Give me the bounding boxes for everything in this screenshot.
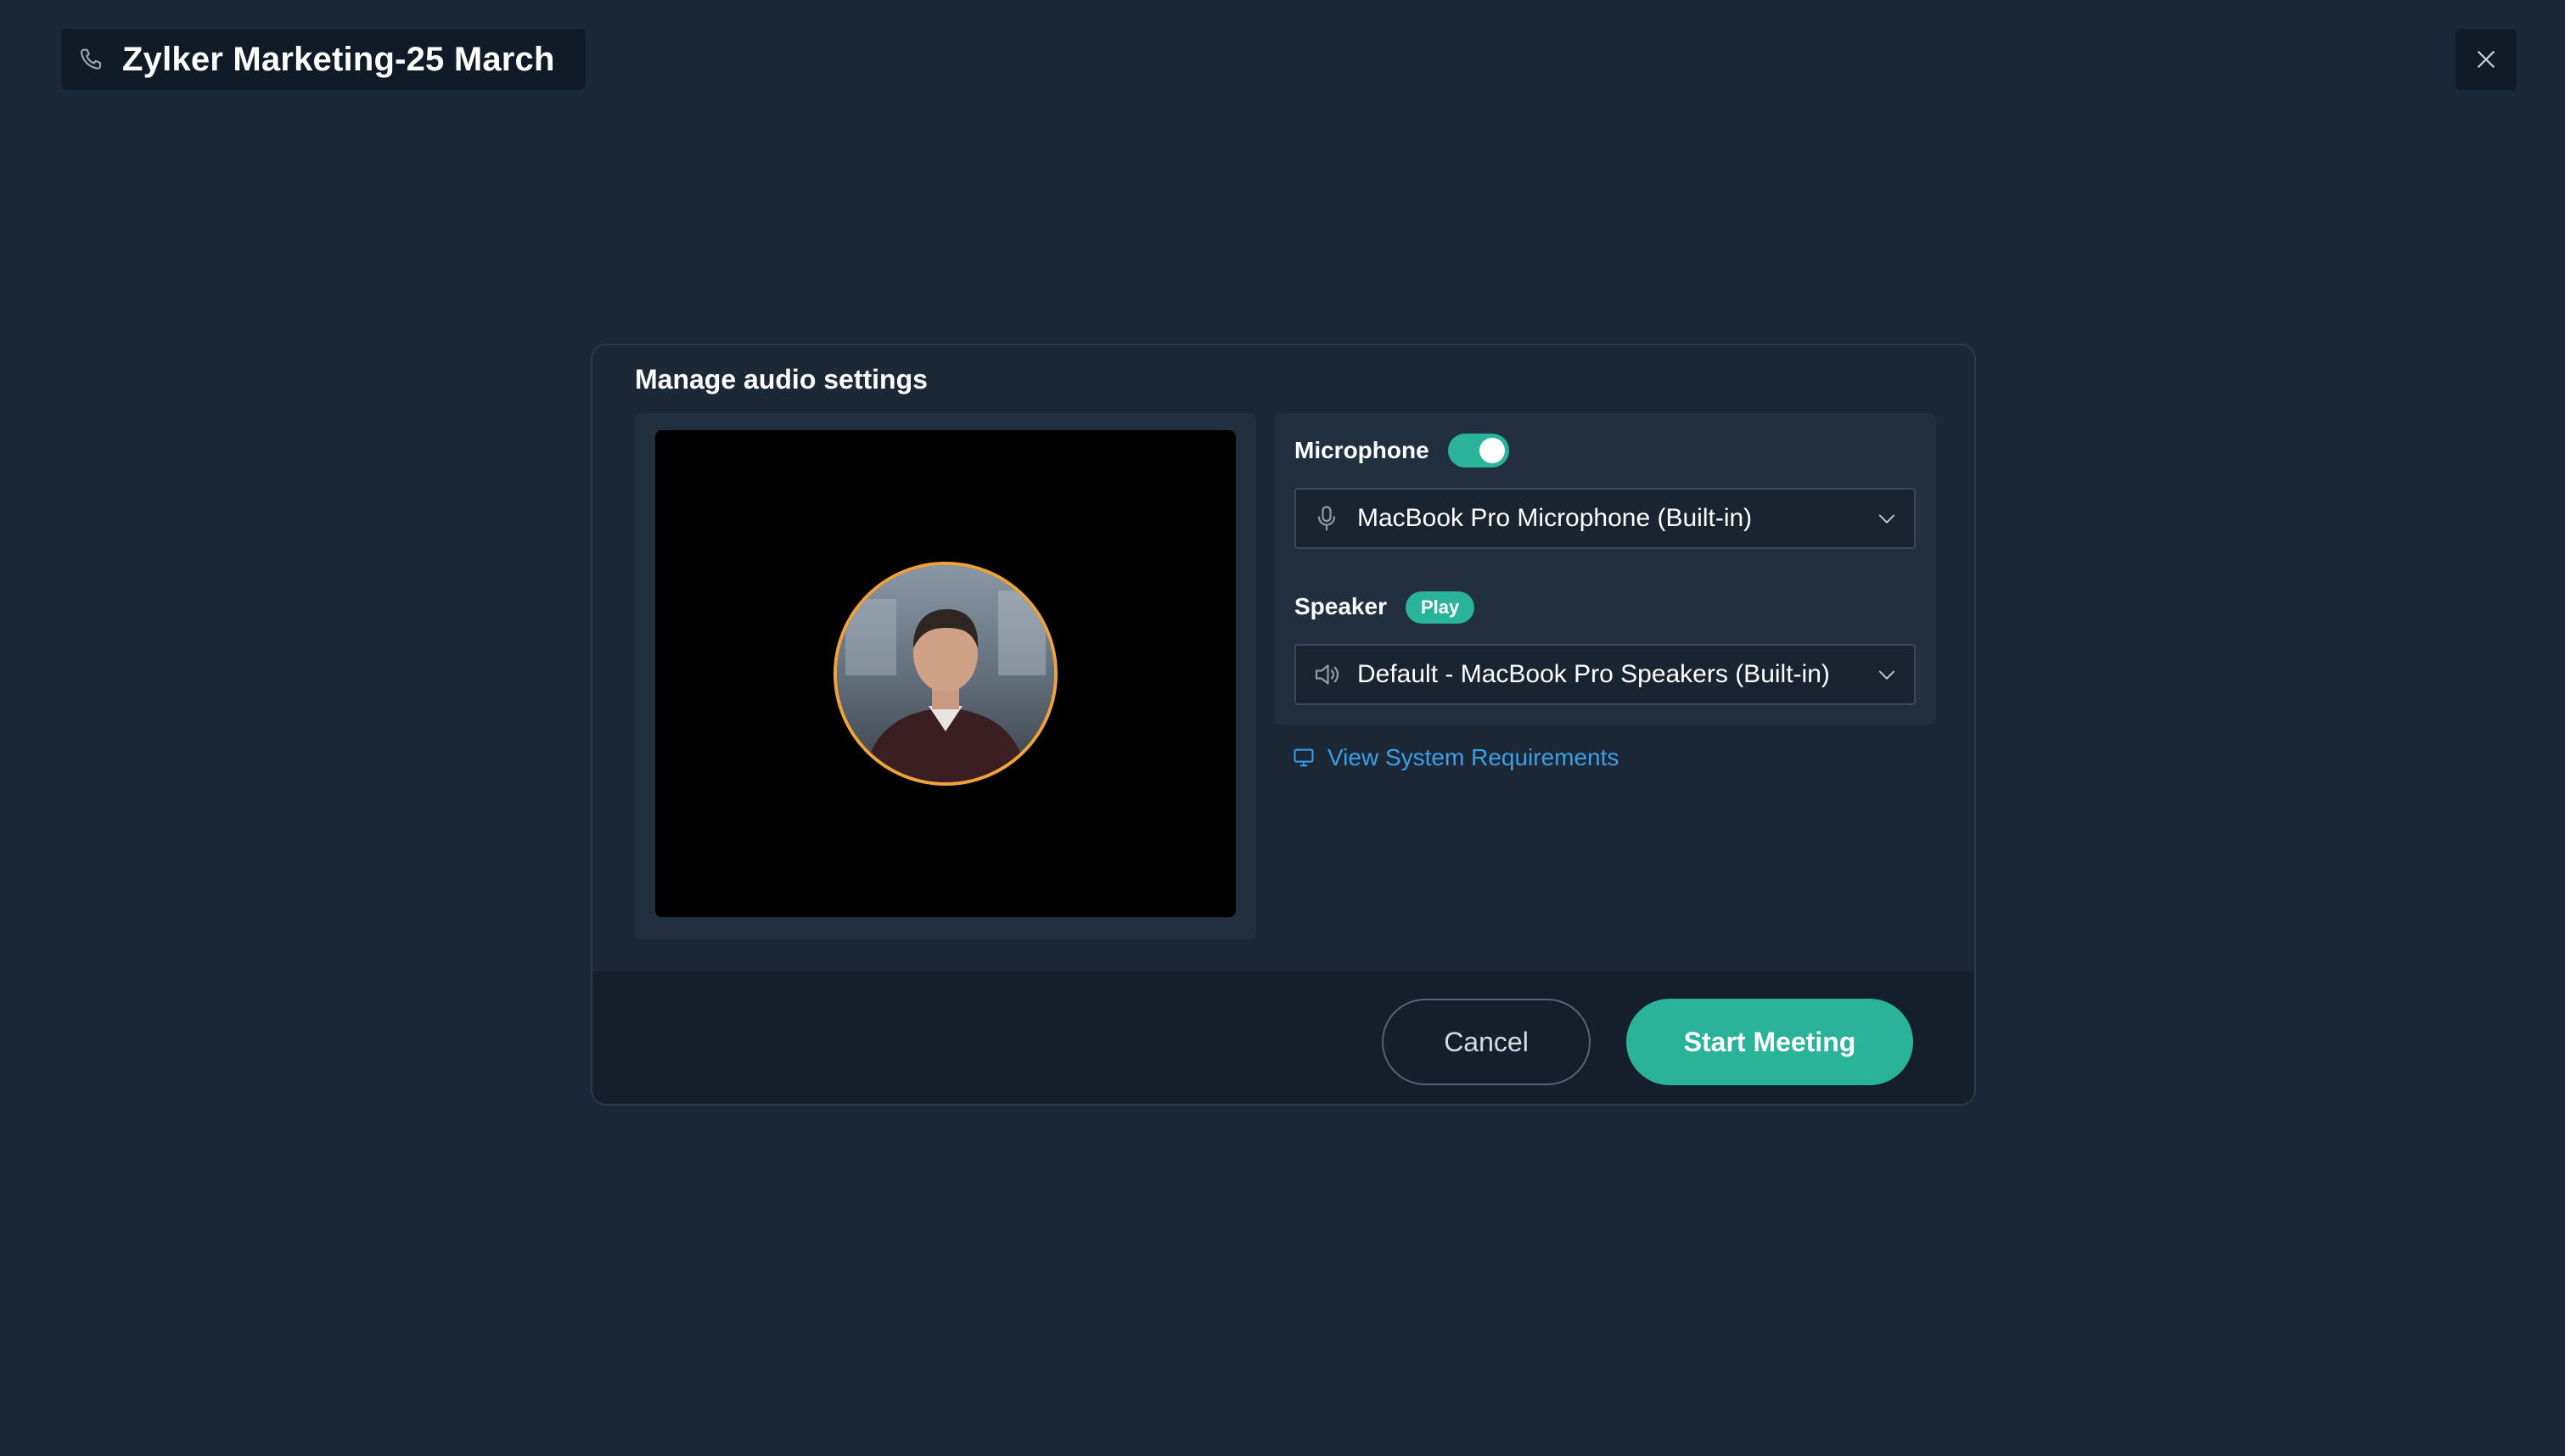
microphone-toggle[interactable] [1448, 434, 1509, 468]
view-system-requirements-link[interactable]: View System Requirements [1292, 744, 1619, 771]
meeting-title: Zylker Marketing-25 March [122, 40, 555, 78]
speaker-selected: Default - MacBook Pro Speakers (Built-in… [1357, 660, 1830, 688]
meeting-setup-page: Zylker Marketing-25 March Manage audio s… [0, 0, 2565, 1456]
speaker-icon [1311, 659, 1342, 690]
audio-settings-dialog: Manage audio settings Microphone MacBook… [591, 344, 1976, 1106]
chevron-down-icon [1875, 663, 1899, 686]
speaker-label: Speaker [1294, 593, 1387, 619]
video-preview-panel [635, 413, 1256, 939]
microphone-select[interactable]: MacBook Pro Microphone (Built-in) [1294, 488, 1916, 549]
monitor-icon [1292, 746, 1316, 770]
microphone-selected: MacBook Pro Microphone (Built-in) [1357, 504, 1753, 532]
toggle-knob [1479, 438, 1505, 463]
system-requirements-label: View System Requirements [1327, 744, 1619, 770]
speaker-select[interactable]: Default - MacBook Pro Speakers (Built-in… [1294, 644, 1916, 705]
dialog-title: Manage audio settings [635, 364, 928, 395]
close-button[interactable] [2456, 29, 2517, 90]
microphone-icon [1311, 503, 1342, 534]
chevron-down-icon [1875, 507, 1899, 530]
meeting-title-bar: Zylker Marketing-25 March [61, 29, 586, 90]
close-icon [2473, 47, 2499, 72]
cancel-button[interactable]: Cancel [1382, 999, 1591, 1085]
video-preview [655, 430, 1236, 917]
play-button[interactable]: Play [1406, 591, 1475, 624]
user-avatar [833, 562, 1058, 786]
dialog-footer: Cancel Start Meeting [592, 972, 1974, 1104]
microphone-label: Microphone [1294, 437, 1429, 463]
phone-icon [78, 46, 105, 73]
start-meeting-button[interactable]: Start Meeting [1626, 999, 1913, 1085]
audio-devices-panel: Microphone MacBook Pro Microphone (Built… [1274, 413, 1936, 725]
